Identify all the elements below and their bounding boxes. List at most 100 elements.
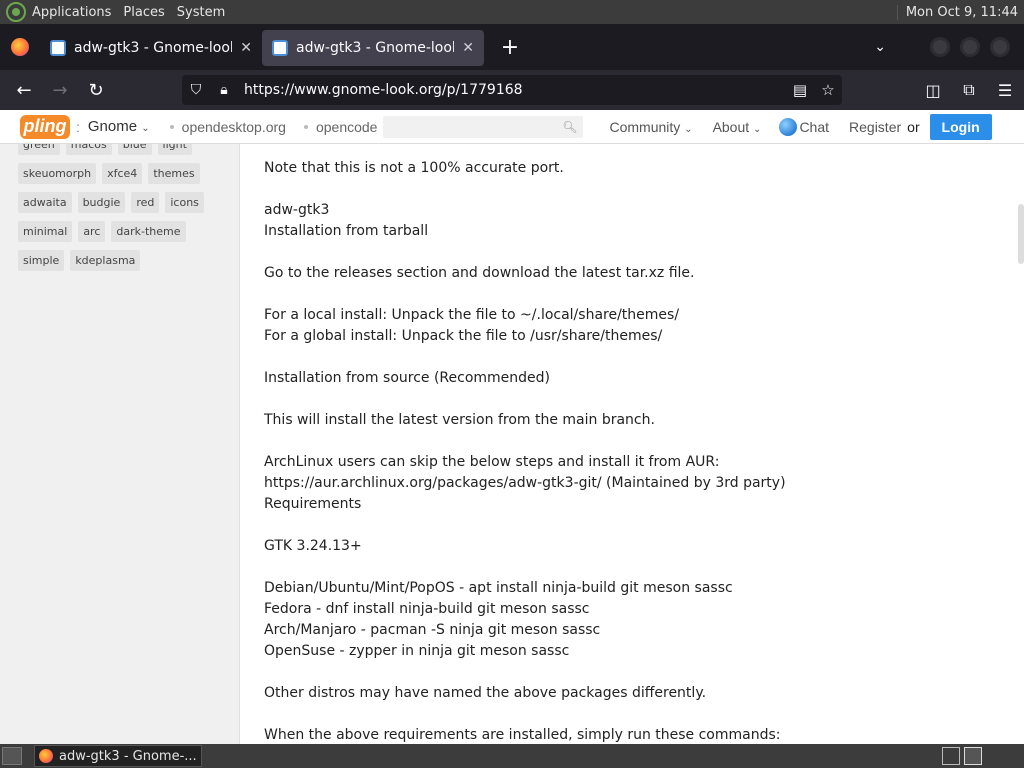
chevron-down-icon: ⌄ — [753, 123, 762, 135]
description-line: This will install the latest version fro… — [264, 412, 655, 428]
tag[interactable]: blue — [117, 144, 152, 155]
chat-link[interactable]: Chat — [779, 117, 830, 136]
chat-label: Chat — [799, 118, 830, 135]
about-label: About — [712, 118, 750, 135]
taskbar-window-button[interactable]: adw-gtk3 - Gnome-... — [34, 745, 202, 767]
tag[interactable]: green — [18, 144, 60, 155]
page-scrollbar[interactable] — [1018, 204, 1024, 264]
login-button[interactable]: Login — [929, 113, 992, 140]
description-line: Arch/Manjaro - pacman -S ninja git meson… — [264, 622, 601, 638]
bottom-panel: adw-gtk3 - Gnome-... — [0, 744, 1024, 768]
tag[interactable]: adwaita — [18, 192, 72, 213]
workspace-2[interactable] — [964, 747, 982, 765]
chat-globe-icon — [779, 117, 798, 136]
reload-icon[interactable]: ↻ — [78, 74, 114, 106]
firefox-icon — [11, 38, 29, 56]
firefox-icon — [39, 749, 53, 763]
tag[interactable]: macos — [65, 144, 112, 155]
about-menu[interactable]: About ⌄ — [713, 119, 762, 135]
bullet-icon — [303, 124, 308, 129]
url-text[interactable]: https://www.gnome-look.org/p/1779168 — [238, 82, 786, 98]
reader-view-icon[interactable]: ▤ — [786, 81, 814, 99]
chevron-down-icon: ⌄ — [684, 123, 693, 135]
description-line: For a local install: Unpack the file to … — [264, 307, 680, 323]
pling-logo[interactable]: pling — [20, 114, 70, 139]
description-line: When the above requirements are installe… — [264, 727, 781, 743]
show-desktop-button[interactable] — [2, 747, 22, 765]
places-menu[interactable]: Places — [117, 5, 170, 20]
browser-tab-active[interactable]: adw-gtk3 - Gnome-look.org ✕ — [262, 30, 484, 66]
browser-tabbar: adw-gtk3 - Gnome-look.org ✕ adw-gtk3 - G… — [0, 24, 1024, 70]
panel-clock[interactable]: Mon Oct 9, 11:44 — [896, 4, 1024, 20]
tag[interactable]: minimal — [18, 221, 73, 242]
workspace-1[interactable] — [942, 747, 960, 765]
tag[interactable]: budgie — [77, 192, 126, 213]
minimize-button[interactable] — [930, 37, 950, 57]
page-content: green macos blue light skeuomorph xfce4 … — [0, 144, 1024, 744]
shield-icon[interactable]: ⛉ — [182, 82, 210, 98]
maximize-button[interactable] — [960, 37, 980, 57]
opencode-link[interactable]: opencode — [303, 119, 377, 135]
url-bar[interactable]: ⛉ 🔒︎ https://www.gnome-look.org/p/177916… — [182, 75, 842, 105]
back-arrow-icon[interactable]: ← — [6, 74, 42, 106]
register-link[interactable]: Register — [849, 119, 901, 135]
site-header: pling : Gnome ⌄ opendesktop.org opencode… — [0, 110, 1024, 144]
store-label: Gnome — [87, 118, 138, 135]
tag[interactable]: dark-theme — [111, 221, 186, 242]
tag[interactable]: red — [131, 192, 160, 213]
panel-menu: Applications Places System — [26, 5, 231, 20]
description-line: Note that this is not a 100% accurate po… — [264, 160, 564, 176]
tag[interactable]: simple — [18, 250, 65, 271]
description-line: Requirements — [264, 496, 362, 512]
hamburger-menu-icon[interactable]: ☰ — [994, 81, 1016, 100]
tag[interactable]: light — [157, 144, 192, 155]
tag-list: green macos blue light skeuomorph xfce4 … — [18, 144, 230, 271]
tab-title: adw-gtk3 - Gnome-look.org — [74, 40, 232, 56]
store-selector[interactable]: Gnome ⌄ — [88, 118, 150, 135]
pocket-icon[interactable]: ◫ — [922, 81, 944, 100]
taskbar-window-title: adw-gtk3 - Gnome-... — [59, 748, 197, 764]
system-menu[interactable]: System — [171, 5, 231, 20]
description-line: OpenSuse - zypper in ninja git meson sas… — [264, 643, 570, 659]
top-panel: Applications Places System Mon Oct 9, 11… — [0, 0, 1024, 24]
close-window-button[interactable] — [990, 37, 1010, 57]
tab-close-icon[interactable]: ✕ — [240, 40, 252, 56]
browser-tab[interactable]: adw-gtk3 - Gnome-look.org ✕ — [40, 30, 262, 66]
product-description: Note that this is not a 100% accurate po… — [264, 158, 994, 744]
tag[interactable]: icons — [165, 192, 204, 213]
tag[interactable]: themes — [148, 163, 200, 184]
description-line: Installation from tarball — [264, 223, 429, 239]
tab-close-icon[interactable]: ✕ — [462, 40, 474, 56]
tag[interactable]: arc — [78, 221, 106, 242]
lock-icon[interactable]: 🔒︎ — [210, 82, 238, 98]
description-line: Installation from source (Recommended) — [264, 370, 551, 386]
new-tab-icon[interactable]: + — [498, 35, 522, 60]
opendesktop-link[interactable]: opendesktop.org — [169, 119, 286, 135]
header-separator: : — [76, 118, 80, 135]
forward-arrow-icon[interactable]: → — [42, 74, 78, 106]
community-menu[interactable]: Community ⌄ — [609, 119, 692, 135]
tag[interactable]: kdeplasma — [70, 250, 141, 271]
extensions-icon[interactable]: ⧉ — [958, 80, 980, 100]
site-search-input[interactable]: 🔍︎ — [383, 115, 584, 138]
sidebar: green macos blue light skeuomorph xfce4 … — [0, 144, 240, 744]
search-icon[interactable]: 🔍︎ — [562, 120, 577, 134]
bookmark-star-icon[interactable]: ☆ — [814, 81, 842, 99]
system-logo-icon[interactable] — [6, 2, 26, 22]
list-tabs-chevron-icon[interactable]: ⌄ — [874, 39, 886, 55]
tag[interactable]: xfce4 — [102, 163, 143, 184]
applications-menu[interactable]: Applications — [26, 5, 117, 20]
toolbar-right: ◫ ⧉ ☰ — [922, 70, 1016, 110]
community-label: Community — [609, 118, 681, 135]
tag[interactable]: skeuomorph — [18, 163, 97, 184]
firefox-view-button[interactable] — [0, 24, 40, 70]
description-line: ArchLinux users can skip the below steps… — [264, 454, 786, 491]
